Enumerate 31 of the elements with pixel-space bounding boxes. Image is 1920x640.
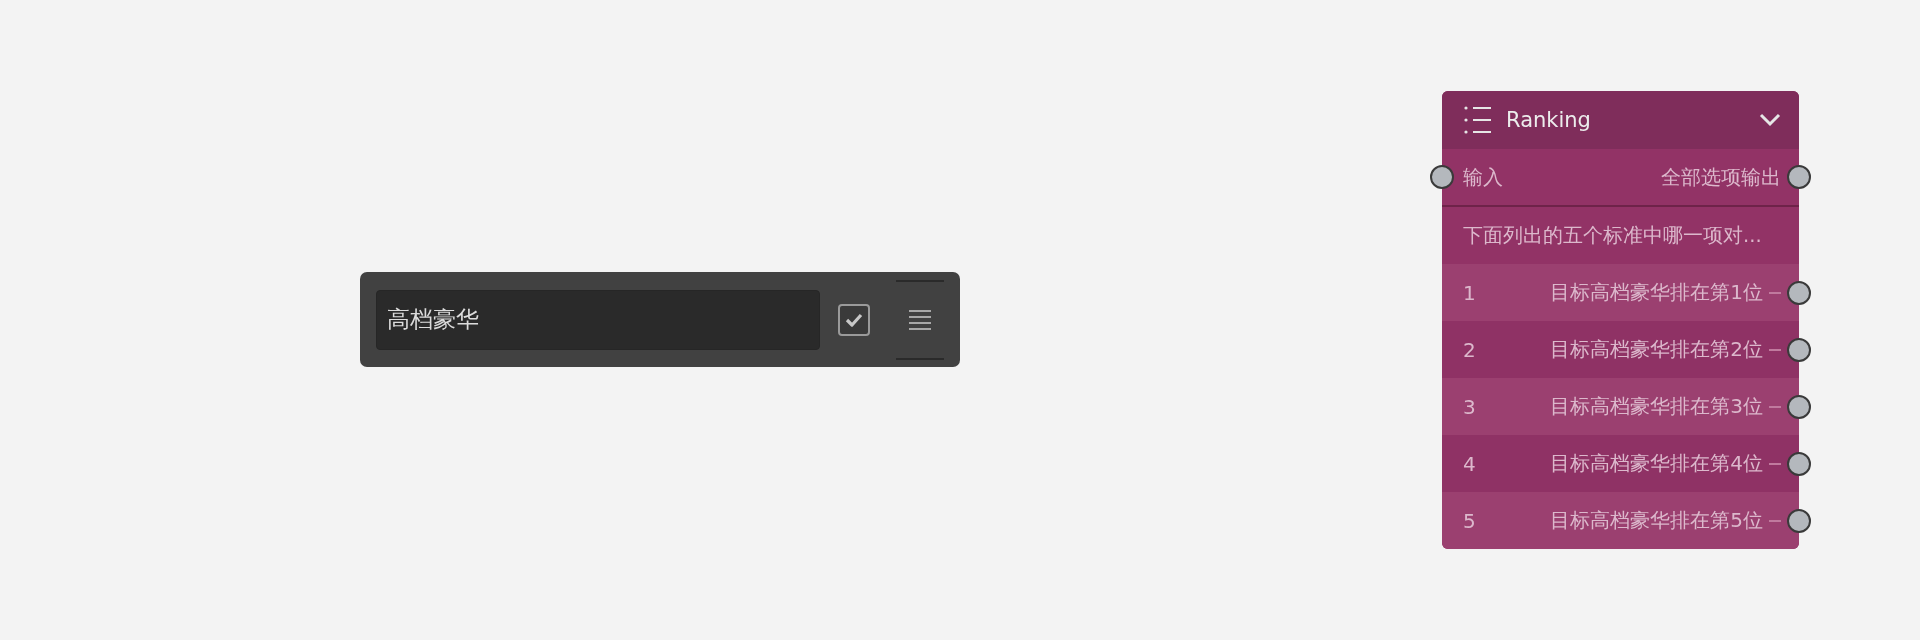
output-port[interactable] [1787,337,1811,362]
node-title: Ranking [1506,108,1591,132]
rank-number: 5 [1463,508,1476,533]
check-icon [845,312,863,327]
checkbox[interactable] [838,303,870,336]
connector-line [1769,462,1781,465]
rank-label: 目标高档豪华排在第3位 [1550,393,1763,420]
input-label: 输入 [1463,163,1503,191]
rank-label: 目标高档豪华排在第5位 [1550,507,1763,534]
rank-number: 3 [1463,394,1476,419]
connector-line [1769,291,1781,294]
output-port[interactable] [1787,451,1811,476]
rank-number: 2 [1463,337,1476,362]
chevron-down-icon[interactable] [1759,113,1781,127]
text-field[interactable]: 高档豪华 [376,289,820,350]
connector-line [1769,405,1781,408]
rank-number: 1 [1463,280,1476,305]
output-port[interactable] [1787,280,1811,305]
rank-label: 目标高档豪华排在第2位 [1550,336,1763,363]
output-label: 全部选项输出 [1661,163,1781,191]
menu-icon[interactable] [908,308,932,331]
rank-label: 目标高档豪华排在第1位 [1550,279,1763,306]
connector-line [1769,348,1781,351]
description-text: 下面列出的五个标准中哪一项对... [1463,223,1762,249]
output-port[interactable] [1787,394,1811,419]
rank-number: 4 [1463,451,1476,476]
connector-line [1769,519,1781,522]
output-port[interactable] [1787,165,1811,189]
input-port[interactable] [1430,165,1454,189]
output-port[interactable] [1787,508,1811,533]
rank-label: 目标高档豪华排在第4位 [1550,450,1763,477]
